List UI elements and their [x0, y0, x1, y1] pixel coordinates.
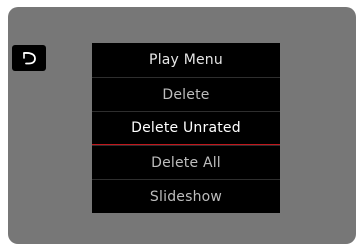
- menu-item-delete[interactable]: Delete: [92, 77, 280, 111]
- menu-item-delete-unrated[interactable]: Delete Unrated: [92, 111, 280, 145]
- back-arrow-icon: [23, 52, 36, 65]
- play-menu: Play Menu Delete Delete Unrated Delete A…: [92, 43, 280, 213]
- menu-item-delete-all[interactable]: Delete All: [92, 145, 280, 179]
- menu-title: Play Menu: [149, 52, 223, 68]
- camera-screen: Play Menu Delete Delete Unrated Delete A…: [8, 7, 356, 244]
- menu-item-slideshow[interactable]: Slideshow: [92, 179, 280, 213]
- back-button[interactable]: [12, 45, 46, 71]
